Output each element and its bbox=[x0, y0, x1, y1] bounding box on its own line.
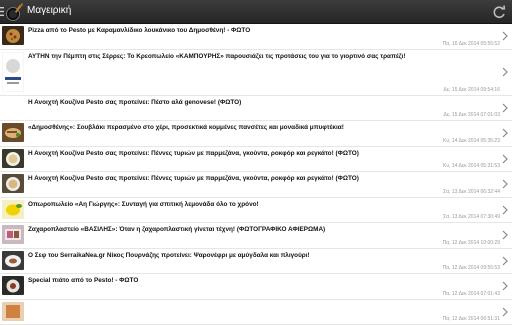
chevron-right-icon bbox=[501, 103, 509, 113]
chevron-right-icon bbox=[501, 67, 509, 77]
article-date: Πα, 16 Δεκ 2014 05:55:52 bbox=[443, 41, 500, 47]
article-row[interactable]: «Δημοσθένης»: Σουβλάκι περασμένο στο χέρ… bbox=[0, 121, 512, 147]
article-title: «Δημοσθένης»: Σουβλάκι περασμένο στο χέρ… bbox=[28, 124, 492, 131]
article-title: Η Ανοιχτή Κουζίνα Pesto σας προτείνει: Π… bbox=[28, 175, 492, 182]
article-row[interactable]: ΑΥΤΗΝ την Πέμπτη στις Σέρρες: Το Κρεοπωλ… bbox=[0, 50, 512, 96]
article-thumbnail bbox=[2, 174, 24, 193]
article-thumbnail bbox=[2, 251, 24, 270]
article-thumbnail bbox=[2, 200, 24, 219]
chevron-right-icon bbox=[501, 154, 509, 164]
article-row[interactable]: Ο Σεφ του SerraikaNea.gr Νίκος Πουρνάζης… bbox=[0, 249, 512, 275]
article-row[interactable]: Pizza από το Pesto με Καραμανλίδικο λουκ… bbox=[0, 24, 512, 50]
article-list: Pizza από το Pesto με Καραμανλίδικο λουκ… bbox=[0, 24, 512, 325]
chevron-right-icon bbox=[501, 307, 509, 317]
article-title: Special πιάτο από το Pesto! - ΦΩΤΟ bbox=[28, 277, 492, 284]
article-date: Πα, 12 Δεκ 2014 09:55:53 bbox=[443, 265, 500, 271]
article-row[interactable]: Η Ανοιχτή Κουζίνα Pesto σας προτείνει: Π… bbox=[0, 172, 512, 198]
article-row[interactable]: Η Ανοιχτή Κουζίνα Pesto σας προτείνει: Π… bbox=[0, 96, 512, 122]
article-row[interactable]: Η Ανοιχτή Κουζίνα Pesto σας προτείνει: Π… bbox=[0, 147, 512, 173]
page-title: Μαγειρική bbox=[27, 5, 71, 16]
article-date: Σα, 13 Δεκ 2014 06:32:44 bbox=[443, 189, 500, 195]
chevron-right-icon bbox=[501, 256, 509, 266]
chevron-right-icon bbox=[501, 179, 509, 189]
action-bar: Μαγειρική bbox=[0, 0, 512, 24]
article-thumbnail bbox=[2, 98, 24, 117]
article-title: Ζαχαροπλαστείο «ΒΑΣΙΛΗΣ»: Όταν η ζαχαροπ… bbox=[28, 226, 492, 233]
app-logo-icon[interactable] bbox=[5, 2, 25, 22]
article-title: ΑΥΤΗΝ την Πέμπτη στις Σέρρες: Το Κρεοπωλ… bbox=[28, 53, 492, 60]
article-date: Πα, 12 Δεκ 2014 06:51:31 bbox=[443, 316, 500, 322]
chevron-right-icon bbox=[501, 31, 509, 41]
article-date: Σα, 13 Δεκ 2014 07:30:49 bbox=[443, 214, 500, 220]
article-thumbnail bbox=[2, 225, 24, 244]
article-row[interactable]: Ζαχαροπλαστείο «ΒΑΣΙΛΗΣ»: Όταν η ζαχαροπ… bbox=[0, 223, 512, 249]
article-title: Η Ανοιχτή Κουζίνα Pesto σας προτείνει: Π… bbox=[28, 99, 492, 106]
refresh-icon[interactable] bbox=[490, 3, 508, 21]
article-thumbnail bbox=[2, 302, 24, 321]
article-date: Πα, 12 Δεκ 2014 10:00:29 bbox=[443, 240, 500, 246]
article-thumbnail bbox=[2, 276, 24, 295]
article-title: Ο Σεφ του SerraikaNea.gr Νίκος Πουρνάζης… bbox=[28, 252, 492, 259]
article-row[interactable]: Οπωροπωλείο «Αη Γιώργης»: Συνταγή για σπ… bbox=[0, 198, 512, 224]
article-date: Κυ, 14 Δεκ 2014 05:31:53 bbox=[443, 163, 500, 169]
article-date: Δε, 15 Δεκ 2014 07:01:03 bbox=[444, 112, 500, 118]
article-row[interactable]: Special πιάτο από το Pesto! - ΦΩΤΟ Πα, 1… bbox=[0, 274, 512, 300]
article-date: Κυ, 14 Δεκ 2014 05:35:23 bbox=[443, 138, 500, 144]
article-thumbnail bbox=[2, 26, 24, 45]
chevron-right-icon bbox=[501, 281, 509, 291]
article-thumbnail bbox=[2, 52, 24, 92]
article-date: Δε, 15 Δεκ 2014 09:54:16 bbox=[444, 87, 500, 93]
article-date: Πα, 12 Δεκ 2014 07:01:43 bbox=[443, 291, 500, 297]
menu-icon[interactable] bbox=[0, 7, 4, 16]
chevron-right-icon bbox=[501, 128, 509, 138]
article-title: Οπωροπωλείο «Αη Γιώργης»: Συνταγή για σπ… bbox=[28, 201, 492, 208]
article-title: Pizza από το Pesto με Καραμανλίδικο λουκ… bbox=[28, 27, 492, 34]
article-thumbnail bbox=[2, 123, 24, 142]
article-thumbnail bbox=[2, 149, 24, 168]
article-title: Η Ανοιχτή Κουζίνα Pesto σας προτείνει: Π… bbox=[28, 150, 492, 157]
chevron-right-icon bbox=[501, 205, 509, 215]
article-row[interactable]: Πα, 12 Δεκ 2014 06:51:31 bbox=[0, 300, 512, 325]
chevron-right-icon bbox=[501, 230, 509, 240]
